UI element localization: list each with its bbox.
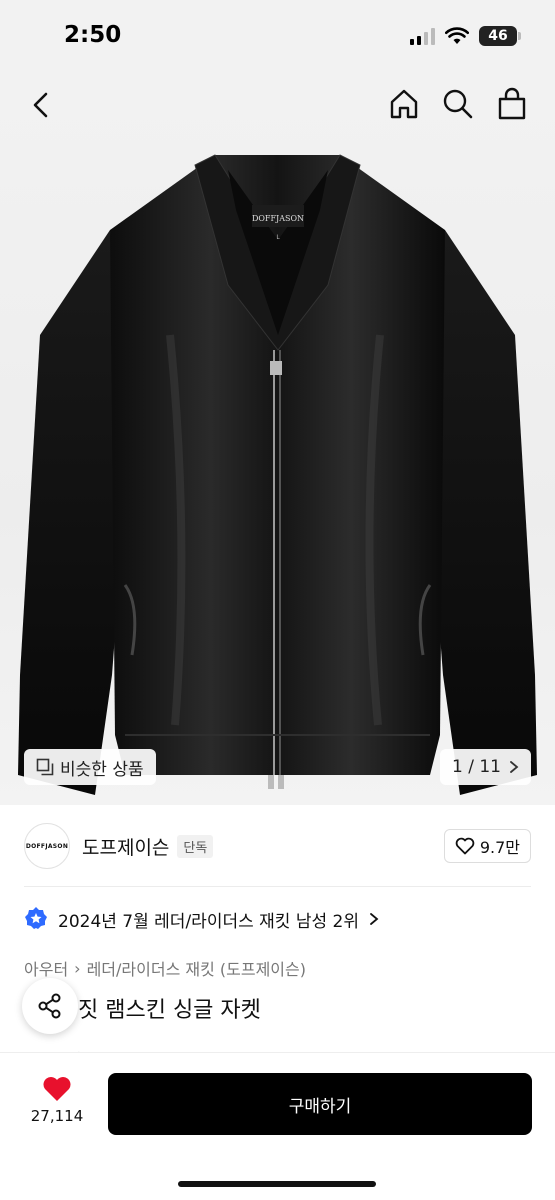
ranking-badge-icon	[25, 907, 47, 929]
chevron-left-icon	[33, 92, 48, 118]
breadcrumb-item[interactable]: 아우터	[24, 956, 68, 980]
brand-like-button[interactable]: 9.7만	[443, 829, 531, 863]
buy-button[interactable]: 구매하기	[108, 1073, 532, 1135]
similar-products-button[interactable]: 비슷한 상품	[24, 749, 156, 785]
jacket-brand-label: DOFFJASON	[252, 214, 304, 223]
product-image-carousel[interactable]: DOFFJASON L 비슷한 상품 1 / 11	[0, 75, 555, 805]
status-time: 2:50	[64, 22, 122, 48]
share-icon	[38, 993, 61, 1019]
breadcrumb-item[interactable]: 레더/라이더스 재킷 (도프제이슨)	[87, 956, 306, 980]
wishlist-count: 27,114	[30, 1107, 84, 1125]
copy-icon	[36, 758, 54, 776]
chevron-right-icon	[370, 913, 379, 925]
status-bar: 2:50 46	[0, 0, 555, 75]
divider	[24, 886, 531, 887]
product-title-text: 짓 램스킨 싱글 자켓	[78, 998, 261, 1023]
bottom-action-bar: 27,114 구매하기	[0, 1052, 555, 1200]
home-icon	[390, 89, 418, 119]
product-jacket-image: DOFFJASON L	[18, 154, 537, 795]
brand-logo[interactable]: DOFFJASON	[24, 823, 70, 869]
back-button[interactable]	[26, 90, 56, 120]
signal-icon	[410, 27, 435, 45]
brand-like-count: 9.7만	[479, 838, 520, 857]
similar-products-label: 비슷한 상품	[60, 759, 144, 780]
ranking-link[interactable]: 2024년 7월 레더/라이더스 재킷 남성 2위	[24, 906, 379, 932]
breadcrumb-separator-icon: ›	[74, 958, 81, 978]
image-page-indicator[interactable]: 1 / 11	[440, 749, 531, 785]
search-button[interactable]	[441, 87, 475, 121]
status-icons: 46	[410, 26, 521, 46]
home-button[interactable]	[387, 87, 421, 121]
ranking-text: 2024년 7월 레더/라이더스 재킷 남성 2위	[58, 911, 359, 932]
wifi-icon	[445, 27, 469, 44]
exclusive-badge: 단독	[177, 834, 214, 858]
home-indicator	[178, 1181, 376, 1187]
shopping-bag-icon	[498, 87, 526, 120]
brand-name[interactable]: 도프제이슨	[82, 833, 169, 860]
search-icon	[443, 89, 473, 119]
cart-button[interactable]	[495, 87, 529, 121]
share-button[interactable]	[22, 978, 78, 1034]
page-indicator-text: 1 / 11	[452, 757, 501, 777]
heart-outline-icon	[455, 837, 475, 855]
breadcrumb: 아우터 › 레더/라이더스 재킷 (도프제이슨)	[24, 956, 306, 980]
wishlist-button[interactable]: 27,114	[28, 1075, 86, 1125]
top-nav-actions	[387, 87, 529, 121]
chevron-right-icon	[510, 761, 519, 773]
brand-row: DOFFJASON 도프제이슨 단독 9.7만	[24, 822, 531, 870]
heart-filled-icon	[43, 1077, 71, 1101]
battery-icon: 46	[479, 26, 521, 46]
